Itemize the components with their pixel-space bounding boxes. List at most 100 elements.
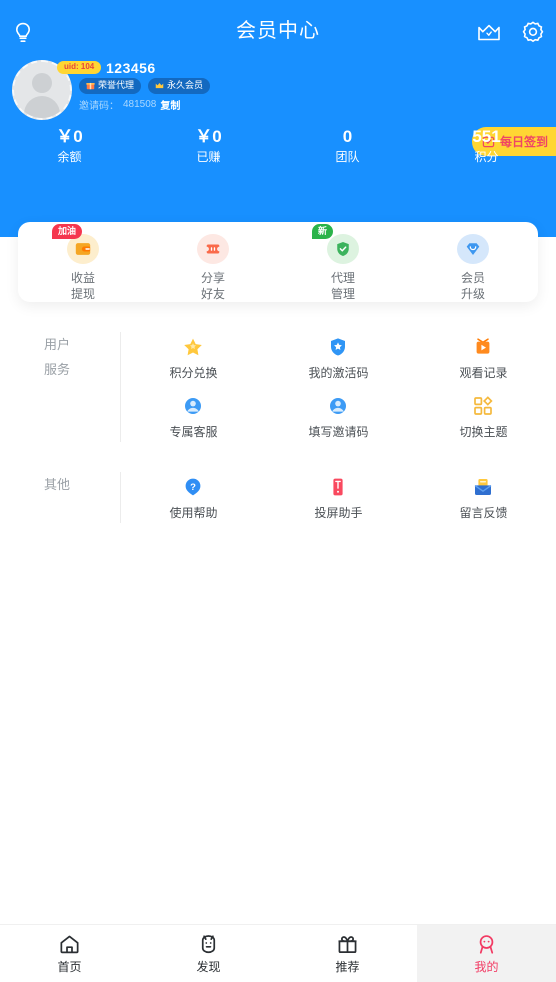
section-title: 其他	[0, 458, 120, 537]
tab-home[interactable]: 首页	[0, 925, 139, 982]
grid-label: 使用帮助	[169, 506, 218, 520]
tag-permanent-member[interactable]: 永久会员	[148, 78, 211, 94]
question-icon: ?	[180, 474, 206, 500]
grid-label: 切换主题	[459, 425, 508, 439]
action-withdraw[interactable]: 加油 收益 提现	[18, 224, 148, 302]
theme-grid-icon	[470, 393, 496, 419]
stat-label: 已赚	[196, 150, 221, 164]
section-other: 其他 ? 使用帮助 投屏助手 留言反馈	[0, 458, 556, 537]
crown-icon[interactable]	[474, 18, 504, 48]
action-agent-manage[interactable]: 新 代理 管理	[278, 224, 408, 302]
tab-discover[interactable]: 发现	[139, 925, 278, 982]
section-title-line1: 其他	[44, 477, 71, 492]
tag-honor-agent[interactable]: 荣誉代理	[79, 78, 142, 94]
stat-label: 余额	[57, 150, 82, 164]
grid-label: 我的激活码	[308, 366, 369, 380]
avatar-body	[24, 96, 60, 118]
shield-check-icon	[327, 234, 359, 264]
grid-item-watch-history[interactable]: 观看记录	[411, 328, 556, 387]
crown-icon	[155, 83, 164, 89]
tag-label: 永久会员	[167, 80, 204, 90]
grid-item-fill-invite-code[interactable]: 填写邀请码	[266, 387, 411, 446]
action-label: 分享 好友	[201, 270, 225, 302]
action-share-friends[interactable]: 分享 好友	[148, 234, 278, 302]
home-icon	[58, 932, 81, 956]
header-banner: 会员中心 uid: 104 123456 荣誉代理 永久会员 邀请码： 4815…	[0, 0, 556, 237]
uid-badge: uid: 104	[57, 61, 102, 74]
stat-label: 积分	[474, 150, 499, 164]
stats-row: ￥0 余额 ￥0 已赚 0 团队 551 积分	[0, 126, 556, 166]
profile-icon	[475, 932, 498, 956]
grid-item-cast-helper[interactable]: 投屏助手	[266, 468, 411, 527]
grid-label: 留言反馈	[459, 506, 508, 520]
stat-earned[interactable]: ￥0 已赚	[139, 126, 278, 166]
grid-label: 投屏助手	[314, 506, 363, 520]
gift-icon	[86, 83, 95, 90]
headset-icon	[325, 393, 351, 419]
stat-value: ￥0	[56, 127, 83, 146]
avatar-head	[32, 73, 52, 93]
invite-label: 邀请码：	[79, 101, 119, 112]
tag-label: 荣誉代理	[98, 80, 135, 90]
action-label-bottom: 好友	[200, 287, 225, 301]
username: 123456	[106, 60, 156, 76]
action-label-top: 代理	[330, 271, 355, 285]
action-label-top: 收益	[70, 271, 95, 285]
grid-item-feedback[interactable]: 留言反馈	[411, 468, 556, 527]
tab-profile[interactable]: 我的	[417, 925, 556, 982]
action-label-bottom: 升级	[460, 287, 485, 301]
navbar: 会员中心	[0, 0, 556, 56]
action-member-upgrade[interactable]: 会员 升级	[408, 234, 538, 302]
quick-actions-card: 加油 收益 提现 分享 好友 新 代理 管理 会员 升级	[18, 222, 538, 302]
grid-item-my-activation-code[interactable]: 我的激活码	[266, 328, 411, 387]
grid-label: 专属客服	[169, 425, 218, 439]
profile-section: uid: 104 123456 荣誉代理 永久会员 邀请码： 481508 复制…	[0, 56, 556, 156]
grid-label: 观看记录	[459, 366, 508, 380]
stat-label: 团队	[335, 150, 360, 164]
grid-label: 填写邀请码	[308, 425, 369, 439]
section-user-service: 用户 服务 积分兑换 我的激活码 观看记录 专属客服 填写邀请码 切换主题	[0, 318, 556, 456]
action-badge: 加油	[52, 224, 83, 239]
headset-icon	[180, 393, 206, 419]
invite-code-row: 邀请码： 481508 复制	[79, 97, 180, 112]
svg-text:?: ?	[191, 482, 197, 493]
action-label: 收益 提现	[71, 270, 95, 302]
stat-points[interactable]: 551 积分	[417, 126, 556, 166]
section-title-line1: 用户	[44, 337, 71, 352]
ticket-icon	[197, 234, 229, 264]
grid-item-points-exchange[interactable]: 积分兑换	[121, 328, 266, 387]
action-badge: 新	[312, 224, 334, 239]
stat-value: 551	[472, 127, 501, 146]
cast-icon	[325, 474, 351, 500]
tab-label: 首页	[57, 960, 82, 974]
invite-code: 481508	[123, 99, 157, 110]
grid-item-help[interactable]: ? 使用帮助	[121, 468, 266, 527]
stat-balance[interactable]: ￥0 余额	[0, 126, 139, 166]
stat-value: ￥0	[195, 127, 222, 146]
gear-icon[interactable]	[518, 18, 548, 48]
grid-item-switch-theme[interactable]: 切换主题	[411, 387, 556, 446]
user-tags: 荣誉代理 永久会员	[79, 78, 211, 94]
grid-label: 积分兑换	[169, 366, 218, 380]
page-title: 会员中心	[236, 20, 320, 42]
copy-invite-button[interactable]: 复制	[160, 97, 180, 112]
stat-team[interactable]: 0 团队	[278, 126, 417, 166]
tab-label: 发现	[196, 960, 221, 974]
action-label-top: 分享	[200, 271, 225, 285]
envelope-icon	[470, 474, 496, 500]
action-label: 代理 管理	[331, 270, 355, 302]
section-grid: ? 使用帮助 投屏助手 留言反馈	[121, 458, 556, 537]
section-title-line2: 服务	[44, 362, 71, 377]
gift-icon	[336, 932, 359, 956]
tv-play-icon	[470, 334, 496, 360]
section-grid: 积分兑换 我的激活码 观看记录 专属客服 填写邀请码 切换主题	[121, 318, 556, 456]
discover-icon	[197, 932, 220, 956]
tab-recommend[interactable]: 推荐	[278, 925, 417, 982]
section-title: 用户 服务	[0, 318, 120, 456]
tab-label: 推荐	[335, 960, 360, 974]
shield-star-icon	[325, 334, 351, 360]
grid-item-exclusive-support[interactable]: 专属客服	[121, 387, 266, 446]
star-icon	[180, 334, 206, 360]
action-label-bottom: 管理	[330, 287, 355, 301]
tab-label: 我的	[474, 960, 499, 974]
